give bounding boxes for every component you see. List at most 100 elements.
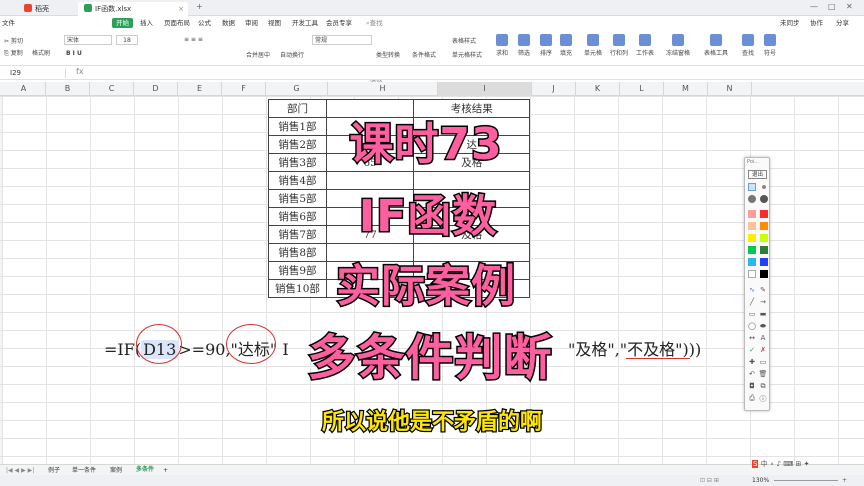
view-mode-icons[interactable]: ⊡ ⊟ ⊞ (700, 475, 719, 486)
info-icon[interactable]: ⓘ (758, 394, 768, 404)
camera-icon[interactable]: ◘ (747, 382, 757, 390)
format-painter-button[interactable]: 格式刷 (32, 48, 50, 57)
filled-ellipse-icon[interactable]: ⬬ (758, 322, 768, 331)
sort-button[interactable]: 排序 (540, 34, 552, 57)
zoom-in-icon[interactable]: + (842, 475, 847, 486)
merge-center-button[interactable]: 合并居中 (246, 50, 270, 59)
maximize-button[interactable]: □ (828, 2, 836, 11)
color-swatch[interactable] (760, 258, 768, 266)
filled-rect-icon[interactable]: ▬ (758, 310, 768, 318)
wrap-text-button[interactable]: 自动换行 (280, 50, 304, 59)
text-icon[interactable]: A (758, 334, 768, 342)
fill-button[interactable]: 填充 (560, 34, 572, 57)
col-header[interactable]: B (46, 82, 90, 96)
worksheet-button[interactable]: 工作表 (636, 34, 654, 57)
col-header[interactable]: L (620, 82, 664, 96)
color-swatch[interactable] (748, 222, 756, 230)
type-convert-button[interactable]: 类型转换 (376, 50, 400, 59)
zoom-slider[interactable] (774, 480, 838, 481)
menu-developer[interactable]: 开发工具 (292, 16, 318, 30)
menu-start[interactable]: 开始 (112, 18, 133, 28)
dash-icon[interactable]: ▭ (758, 358, 768, 366)
menu-review[interactable]: 审阅 (245, 16, 258, 30)
line-icon[interactable]: ╱ (747, 298, 757, 306)
font-name-select[interactable]: 宋体 (64, 35, 112, 45)
copy-icon[interactable]: ⧉ (758, 382, 768, 391)
menu-insert[interactable]: 插入 (140, 16, 153, 30)
tab-home[interactable]: 稻壳 (18, 2, 55, 16)
pen-size-large[interactable] (748, 195, 756, 203)
cut-button[interactable]: ✂ 剪切 (4, 36, 23, 45)
new-tab-icon[interactable]: + (196, 2, 203, 11)
color-swatch[interactable] (748, 234, 756, 242)
ellipse-icon[interactable]: ◯ (747, 322, 757, 330)
undo-icon[interactable]: ↶ (747, 370, 757, 378)
pen-size-small[interactable] (748, 183, 756, 191)
color-swatch[interactable] (760, 270, 768, 278)
col-header[interactable]: E (178, 82, 222, 96)
freehand-icon[interactable]: ∿ (747, 286, 757, 294)
copy-button[interactable]: ⎘ 复制 (4, 48, 23, 58)
col-header[interactable]: G (266, 82, 328, 96)
cell-button[interactable]: 单元格 (584, 34, 602, 57)
share-button[interactable]: 分享 (836, 16, 849, 30)
col-header[interactable]: C (90, 82, 134, 96)
col-header[interactable]: K (576, 82, 620, 96)
color-swatch[interactable] (748, 270, 756, 278)
collab-button[interactable]: 协作 (810, 16, 823, 30)
color-swatch[interactable] (760, 246, 768, 254)
sum-button[interactable]: 求和 (496, 34, 508, 57)
cross-icon[interactable]: ✗ (758, 346, 768, 354)
check-icon[interactable]: ✓ (747, 346, 757, 354)
color-swatch[interactable] (760, 210, 768, 218)
highlighter-icon[interactable]: ✎ (758, 286, 768, 294)
color-swatch[interactable] (748, 246, 756, 254)
col-header[interactable]: M (664, 82, 708, 96)
color-swatch[interactable] (748, 258, 756, 266)
freeze-panes-button[interactable]: 冻结窗格 (666, 34, 690, 57)
table-tools-button[interactable]: 表格工具 (704, 34, 728, 57)
symbol-button[interactable]: 符号 (764, 34, 776, 57)
cell-style-button[interactable]: 单元格样式 (452, 50, 482, 59)
sync-status[interactable]: 未同步 (780, 16, 800, 30)
color-swatch[interactable] (748, 210, 756, 218)
arrow-line-icon[interactable]: → (758, 298, 768, 306)
search-command[interactable]: ⌕ 查找命令、搜索模板 (366, 16, 383, 83)
find-button[interactable]: 查找 (742, 34, 754, 57)
trash-icon[interactable]: 🗑 (758, 370, 768, 378)
menu-file[interactable]: 文件 (2, 16, 15, 30)
col-header[interactable]: I (438, 82, 532, 96)
tab-file[interactable]: IF函数.xlsx × (78, 2, 188, 16)
menu-formulas[interactable]: 公式 (198, 16, 211, 30)
rectangle-icon[interactable]: ▭ (747, 310, 757, 318)
number-format-select[interactable]: 常规 (312, 35, 372, 45)
menu-page-layout[interactable]: 页面布局 (164, 16, 190, 30)
col-header[interactable]: J (532, 82, 576, 96)
pen-size-xlarge[interactable] (760, 195, 768, 203)
ime-toolbar[interactable]: S 中 ∘ ♪ ⌨ ⊞ ✦ (752, 459, 810, 469)
fx-icon[interactable]: fx (76, 67, 84, 76)
col-header[interactable]: A (2, 82, 46, 96)
close-icon[interactable]: × (178, 2, 184, 16)
exit-button[interactable]: 退出 (748, 170, 767, 179)
col-header[interactable]: H (328, 82, 438, 96)
conditional-format-button[interactable]: 条件格式 (412, 50, 436, 59)
menu-view[interactable]: 视图 (268, 16, 281, 30)
font-size-select[interactable]: 18 (116, 35, 138, 45)
double-arrow-icon[interactable]: ↔ (747, 334, 757, 342)
col-header[interactable]: D (134, 82, 178, 96)
filter-button[interactable]: 筛选 (518, 34, 530, 57)
col-header[interactable]: F (222, 82, 266, 96)
print-icon[interactable]: ⎙ (747, 394, 757, 403)
pen-size-medium[interactable] (762, 185, 766, 189)
menu-data[interactable]: 数据 (222, 16, 235, 30)
align-icons[interactable]: ≡ ≡ ≡ (184, 36, 203, 43)
color-swatch[interactable] (760, 234, 768, 242)
menu-member[interactable]: 会员专享 (326, 16, 352, 30)
table-style-button[interactable]: 表格样式 (452, 36, 476, 45)
name-box[interactable]: I29 (6, 68, 66, 78)
minimize-button[interactable]: — (810, 2, 818, 11)
close-button[interactable]: ✕ (846, 2, 853, 11)
bold-button[interactable]: B I U (66, 50, 82, 57)
row-col-button[interactable]: 行和列 (610, 34, 628, 57)
